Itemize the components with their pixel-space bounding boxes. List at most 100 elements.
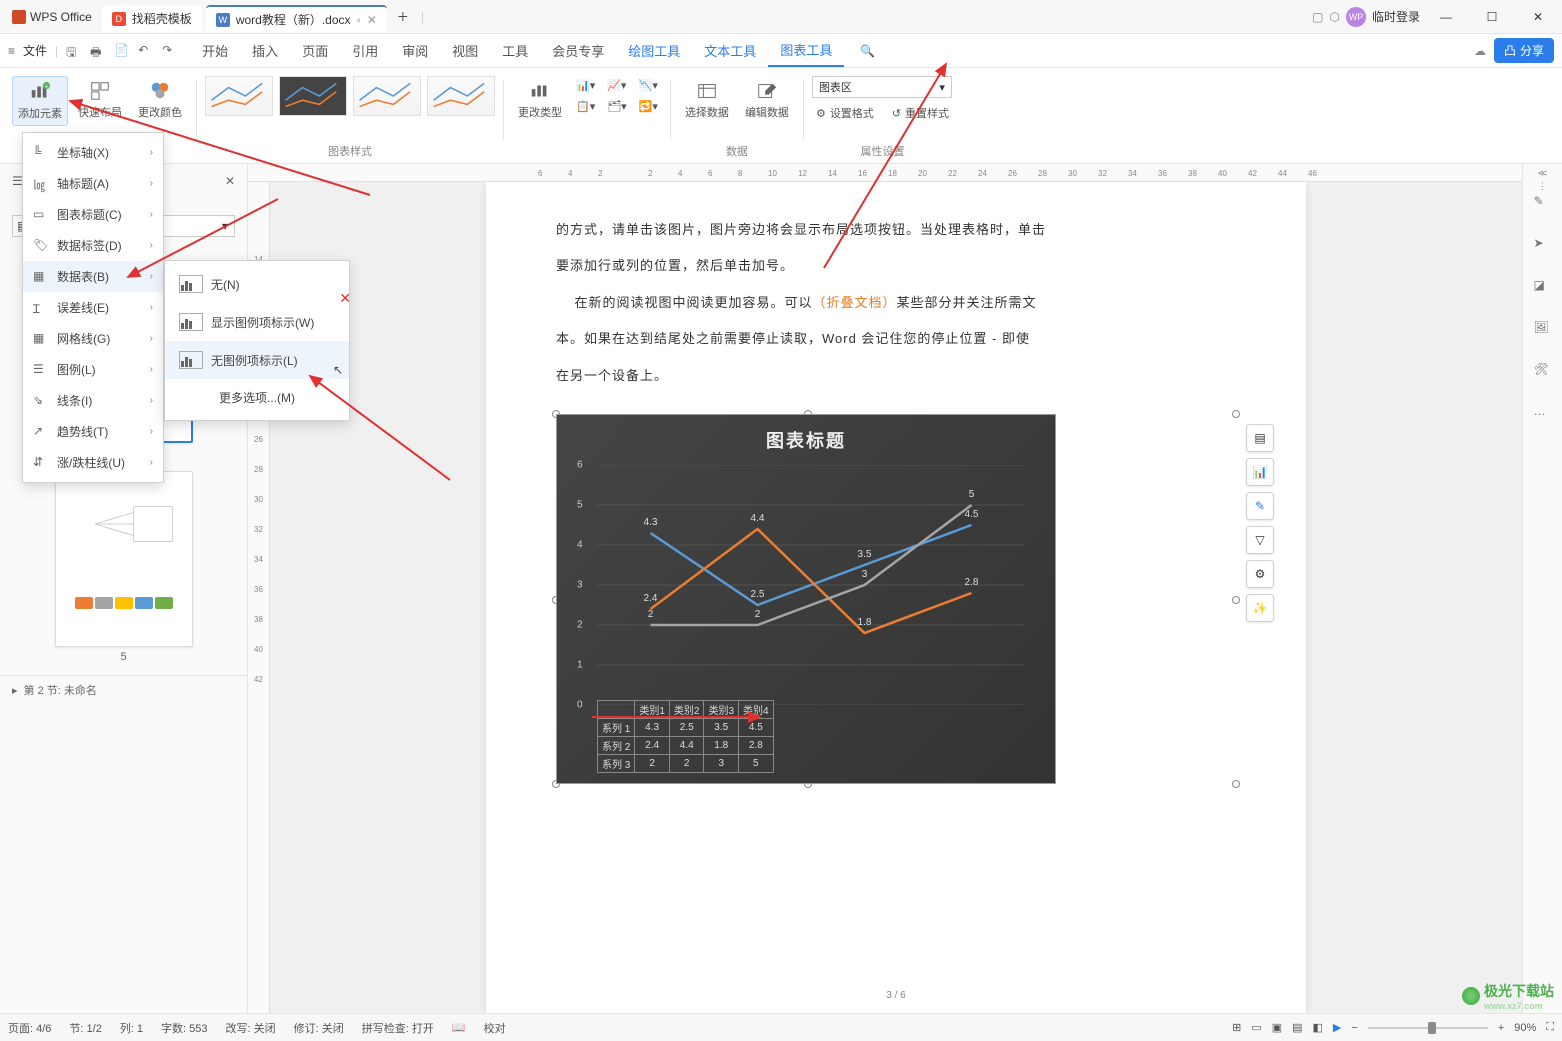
ribbon-small-5[interactable]: 📉▾ [635, 76, 662, 95]
chart-style-gallery[interactable] [205, 72, 495, 141]
maximize-button[interactable]: ☐ [1472, 2, 1512, 32]
dd-table-more[interactable]: 更多选项...(M) [165, 379, 349, 416]
ribbon-small-1[interactable]: 📊▾ [572, 76, 599, 95]
menu-tool[interactable]: 工具 [490, 35, 540, 66]
chart-style-3[interactable] [353, 76, 421, 116]
sidebar-close-icon[interactable]: ✕ [225, 174, 235, 188]
preview-icon[interactable]: 📄 [114, 43, 130, 59]
reset-style-button[interactable]: ↺重置样式 [888, 102, 953, 124]
set-format-button[interactable]: ⚙设置格式 [812, 102, 878, 124]
avatar[interactable]: WP [1346, 7, 1366, 27]
dd-chart-title[interactable]: ▭图表标题(C)› [23, 199, 163, 230]
ribbon-small-2[interactable]: 📋▾ [572, 97, 599, 116]
dd-updown[interactable]: ⇵涨/跌柱线(U)› [23, 447, 163, 478]
zoom-in-button[interactable]: + [1498, 1022, 1504, 1034]
view-read-icon[interactable]: ◧ [1313, 1021, 1323, 1034]
share-button[interactable]: 凸分享 [1494, 38, 1554, 63]
view-outline-icon[interactable]: ▤ [1292, 1021, 1302, 1034]
dd-data-label[interactable]: 🏷数据标签(D)› [23, 230, 163, 261]
ruler-horizontal[interactable]: 642 2468 10121416 18202224 26283032 3436… [248, 164, 1522, 182]
chart-area-select[interactable]: 图表区 ▾ [812, 76, 952, 98]
login-label[interactable]: 临时登录 [1372, 8, 1420, 25]
dd-table-with-legend[interactable]: 显示图例项标示(W) [165, 303, 349, 341]
chart-layout-btn[interactable]: ▤ [1246, 424, 1274, 452]
ribbon-small-4[interactable]: 🗂▾ [603, 97, 631, 116]
print-icon[interactable]: 🖶 [90, 43, 106, 59]
ribbon-small-6[interactable]: 🔁▾ [635, 97, 662, 116]
tools-icon[interactable]: 🛠 [1534, 362, 1552, 380]
menu-ref[interactable]: 引用 [340, 35, 390, 66]
dd-axis-title[interactable]: ㏒轴标题(A)› [23, 168, 163, 199]
zoom-label[interactable]: 90% [1514, 1022, 1536, 1034]
dd-error-bar[interactable]: Ɪ误差线(E)› [23, 292, 163, 323]
tab-close-icon[interactable]: ✕ [367, 13, 377, 27]
cursor-icon[interactable]: ➤ [1534, 236, 1552, 254]
shape-icon[interactable]: ◪ [1534, 278, 1552, 296]
tab-add-button[interactable]: ＋ [389, 3, 417, 31]
zoom-slider[interactable] [1368, 1027, 1488, 1029]
more-icon[interactable]: … [1534, 404, 1552, 422]
status-book-icon[interactable]: 📖 [452, 1021, 466, 1034]
view-grid-icon[interactable]: ⊞ [1232, 1021, 1241, 1034]
chart-edit-btn[interactable]: ✎ [1246, 492, 1274, 520]
change-color-button[interactable]: 更改颜色 [132, 76, 188, 124]
cube-icon[interactable]: ⬡ [1330, 10, 1340, 24]
dd-legend[interactable]: ☰图例(L)› [23, 354, 163, 385]
layout-icon[interactable]: ▢ [1312, 10, 1323, 24]
menu-member[interactable]: 会员专享 [540, 35, 616, 66]
dd-data-table[interactable]: ▦数据表(B)› [23, 261, 163, 292]
status-proof[interactable]: 校对 [484, 1020, 506, 1036]
redo-icon[interactable]: ↷ [162, 43, 178, 59]
view-web-icon[interactable]: ▣ [1272, 1021, 1282, 1034]
page[interactable]: 的方式，请单击该图片，图片旁边将会显示布局选项按钮。当处理表格时，单击 要添加行… [486, 182, 1306, 1013]
file-menu[interactable]: 文件 [23, 42, 47, 59]
dd-trendline[interactable]: ↗趋势线(T)› [23, 416, 163, 447]
edit-data-button[interactable]: 编辑数据 [739, 76, 795, 124]
menu-draw-tool[interactable]: 绘图工具 [616, 35, 692, 66]
chart-settings-btn[interactable]: ⚙ [1246, 560, 1274, 588]
pen-icon[interactable]: ✎ [1534, 194, 1552, 212]
chapter-indicator[interactable]: ▸第 2 节: 未命名 [0, 675, 247, 704]
menu-page[interactable]: 页面 [290, 35, 340, 66]
chart-object[interactable]: 图表标题 01234564.32.53.54.52.44.41.82.82235… [556, 414, 1236, 784]
minimize-button[interactable]: — [1426, 2, 1466, 32]
search-icon[interactable]: 🔍 [860, 44, 875, 58]
status-track[interactable]: 改写: 关闭 [226, 1020, 276, 1036]
status-page[interactable]: 页面: 4/6 [8, 1020, 51, 1036]
zoom-out-button[interactable]: − [1351, 1022, 1357, 1034]
dd-axis[interactable]: ╚坐标轴(X)› [23, 137, 163, 168]
dd-table-no-legend[interactable]: 无图例项标示(L) ↖ [165, 341, 349, 379]
status-spell[interactable]: 拼写检查: 打开 [362, 1020, 434, 1036]
menu-text-tool[interactable]: 文本工具 [692, 35, 768, 66]
menu-review[interactable]: 审阅 [390, 35, 440, 66]
undo-icon[interactable]: ↶ [138, 43, 154, 59]
menu-view[interactable]: 视图 [440, 35, 490, 66]
add-element-button[interactable]: + 添加元素 [12, 76, 68, 126]
dd-line[interactable]: ⇘线条(I)› [23, 385, 163, 416]
status-col[interactable]: 列: 1 [120, 1020, 143, 1036]
status-section[interactable]: 节: 1/2 [69, 1020, 101, 1036]
chart-filter-btn[interactable]: ▽ [1246, 526, 1274, 554]
status-revision[interactable]: 修订: 关闭 [294, 1020, 344, 1036]
menu-start[interactable]: 开始 [190, 35, 240, 66]
tab-document[interactable]: W word教程（新）.docx ▫ ✕ [206, 5, 387, 33]
menu-insert[interactable]: 插入 [240, 35, 290, 66]
chart-type-btn[interactable]: 📊 [1246, 458, 1274, 486]
ribbon-small-3[interactable]: 📈▾ [603, 76, 631, 95]
cloud-icon[interactable]: ☁ [1474, 44, 1486, 58]
view-focus-icon[interactable]: ▶ [1333, 1021, 1341, 1034]
quick-layout-button[interactable]: 快速布局 [72, 76, 128, 124]
menu-chart-tool[interactable]: 图表工具 [768, 34, 844, 67]
select-data-button[interactable]: 选择数据 [679, 76, 735, 124]
tab-template[interactable]: D 找稻壳模板 [102, 5, 202, 33]
close-button[interactable]: ✕ [1518, 2, 1558, 32]
thumbnail-page-5[interactable] [55, 471, 193, 647]
chart-style-2[interactable] [279, 76, 347, 116]
chart-style-4[interactable] [427, 76, 495, 116]
view-page-icon[interactable]: ▭ [1251, 1021, 1261, 1034]
change-type-button[interactable]: 更改类型 [512, 76, 568, 124]
menu-icon[interactable]: ≡ [8, 44, 15, 58]
save-icon[interactable]: 🖫 [66, 43, 82, 59]
status-words[interactable]: 字数: 553 [161, 1020, 207, 1036]
chart-style-1[interactable] [205, 76, 273, 116]
